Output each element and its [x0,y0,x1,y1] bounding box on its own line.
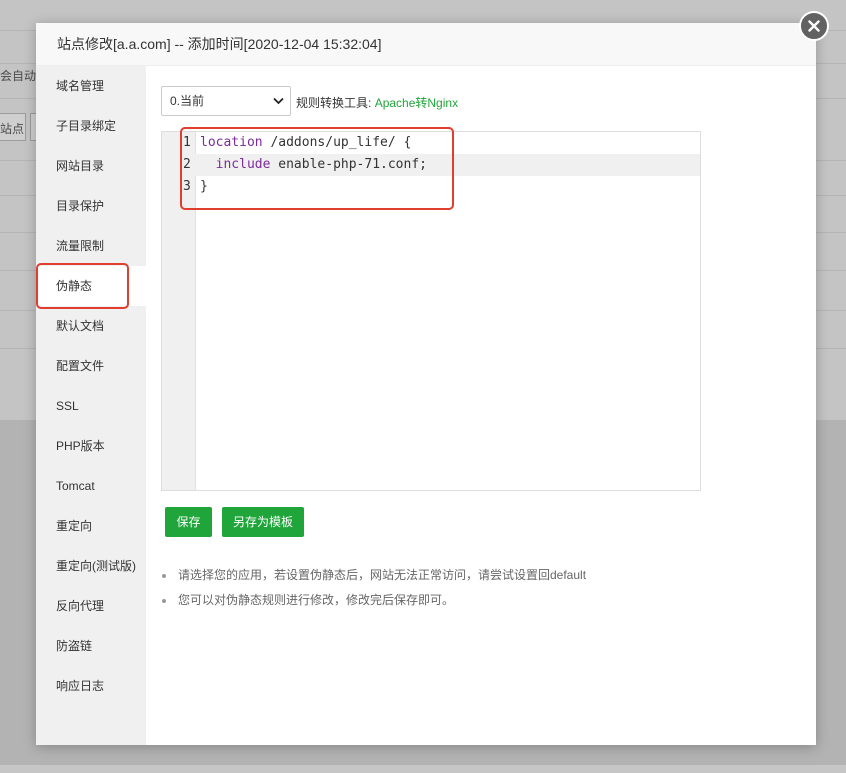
tip-item: 您可以对伪静态规则进行修改，修改完后保存即可。 [161,588,586,613]
line-number: 3 [183,179,191,194]
dialog-title: 站点修改[a.a.com] -- 添加时间[2020-12-04 15:32:0… [36,23,816,66]
sidebar-item-config-file[interactable]: 配置文件 [36,346,146,386]
bg-text: 站点 [0,122,25,136]
code-line-active: 2 include enable-php-71.conf; [162,154,700,176]
sidebar-item-rewrite[interactable]: 伪静态 [36,266,146,306]
sidebar-item-domain[interactable]: 域名管理 [36,66,146,106]
sidebar-item-dir-protection[interactable]: 目录保护 [36,186,146,226]
rewrite-version-select[interactable]: 0.当前 [161,86,291,116]
close-dialog-button[interactable] [799,11,829,41]
sidebar-item-php-version[interactable]: PHP版本 [36,426,146,466]
code-keyword: location [200,135,263,150]
code-text: enable-php-71.conf; [270,157,427,172]
sidebar-item-default-document[interactable]: 默认文档 [36,306,146,346]
tips-list: 请选择您的应用，若设置伪静态后，网站无法正常访问，请尝试设置回default 您… [161,563,586,613]
sidebar-item-response-log[interactable]: 响应日志 [36,666,146,706]
code-line: 3 } [162,176,700,198]
code-text: /addons/up_life/ { [262,135,412,150]
rewrite-code-editor[interactable]: 1 location /addons/up_life/ { 2 include … [161,131,701,491]
sidebar-item-tomcat[interactable]: Tomcat [36,466,146,506]
sidebar-item-subdir-binding[interactable]: 子目录绑定 [36,106,146,146]
settings-sidebar: 域名管理 子目录绑定 网站目录 目录保护 流量限制 伪静态 默认文档 配置文件 … [36,66,146,745]
code-text: } [200,179,208,194]
sidebar-item-site-directory[interactable]: 网站目录 [36,146,146,186]
sidebar-item-ssl[interactable]: SSL [36,386,146,426]
rule-converter-label: 规则转换工具: [296,96,372,110]
sidebar-item-redirect[interactable]: 重定向 [36,506,146,546]
line-number: 2 [183,157,191,172]
bg-footer-strip [0,765,846,773]
tip-item: 请选择您的应用，若设置伪静态后，网站无法正常访问，请尝试设置回default [161,563,586,588]
rule-converter: 规则转换工具: Apache转Nginx [296,94,458,111]
code-line: 1 location /addons/up_life/ { [162,132,700,154]
apache-to-nginx-link[interactable]: Apache转Nginx [375,96,458,110]
save-as-template-button[interactable]: 另存为模板 [222,507,304,537]
sidebar-item-traffic-limit[interactable]: 流量限制 [36,226,146,266]
chevron-down-icon [273,97,284,105]
line-number: 1 [183,135,191,150]
sidebar-item-reverse-proxy[interactable]: 反向代理 [36,586,146,626]
sidebar-item-hotlink-protection[interactable]: 防盗链 [36,626,146,666]
code-keyword: include [215,157,271,172]
rewrite-version-value: 0.当前 [170,94,205,108]
site-modify-dialog: 站点修改[a.a.com] -- 添加时间[2020-12-04 15:32:0… [36,23,816,745]
save-button[interactable]: 保存 [165,507,212,537]
rewrite-panel: 0.当前 规则转换工具: Apache转Nginx 1 location /ad… [146,66,816,745]
close-icon [808,20,820,32]
sidebar-item-redirect-beta[interactable]: 重定向(测试版) [36,546,146,586]
